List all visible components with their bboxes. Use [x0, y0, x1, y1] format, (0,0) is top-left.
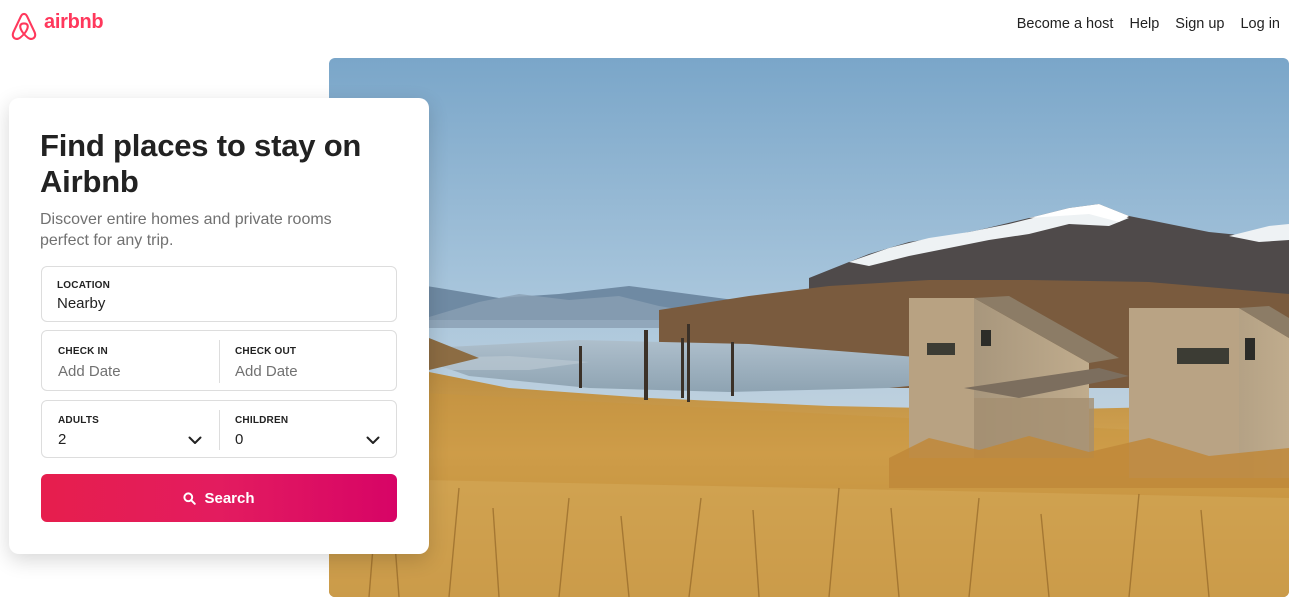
nav-help-link[interactable]: Help — [1129, 16, 1159, 32]
children-select[interactable]: CHILDREN 0 — [220, 401, 397, 457]
children-label: CHILDREN — [235, 415, 289, 426]
location-label: LOCATION — [57, 280, 111, 291]
page-title: Find places to stay on Airbnb — [40, 128, 362, 199]
check-in-label: CHECK IN — [58, 346, 108, 357]
guests-field: ADULTS 2 CHILDREN 0 — [41, 400, 397, 458]
check-in-field[interactable]: CHECK IN Add Date — [42, 331, 219, 390]
nav-sign-up-link[interactable]: Sign up — [1175, 16, 1224, 32]
chevron-down-icon — [188, 436, 202, 444]
location-field[interactable]: LOCATION Nearby — [41, 266, 397, 322]
check-in-placeholder: Add Date — [58, 363, 121, 380]
children-value: 0 — [235, 431, 244, 448]
check-out-field[interactable]: CHECK OUT Add Date — [220, 331, 397, 390]
top-bar: airbnb Become a host Help Sign up Log in — [0, 0, 1292, 50]
brand-name: airbnb — [44, 10, 104, 33]
check-out-label: CHECK OUT — [235, 346, 297, 357]
nav-become-host-link[interactable]: Become a host — [1017, 16, 1114, 32]
nav-log-in-link[interactable]: Log in — [1240, 16, 1280, 32]
adults-select[interactable]: ADULTS 2 — [42, 401, 219, 457]
search-button[interactable]: Search — [41, 474, 397, 522]
hero-image — [329, 58, 1289, 597]
page-subtitle: Discover entire homes and private rooms … — [40, 211, 332, 249]
brand-logo[interactable]: airbnb — [10, 10, 104, 42]
dates-field: CHECK IN Add Date CHECK OUT Add Date — [41, 330, 397, 391]
airbnb-logo-icon — [11, 12, 37, 40]
adults-value: 2 — [58, 431, 67, 448]
top-nav: Become a host Help Sign up Log in — [1001, 16, 1280, 32]
adults-label: ADULTS — [58, 415, 100, 426]
chevron-down-icon — [366, 436, 380, 444]
location-value: Nearby — [57, 295, 106, 312]
search-icon — [183, 491, 197, 505]
search-card: Find places to stay on Airbnb Discover e… — [9, 98, 429, 554]
check-out-placeholder: Add Date — [235, 363, 298, 380]
search-button-label: Search — [204, 489, 255, 507]
